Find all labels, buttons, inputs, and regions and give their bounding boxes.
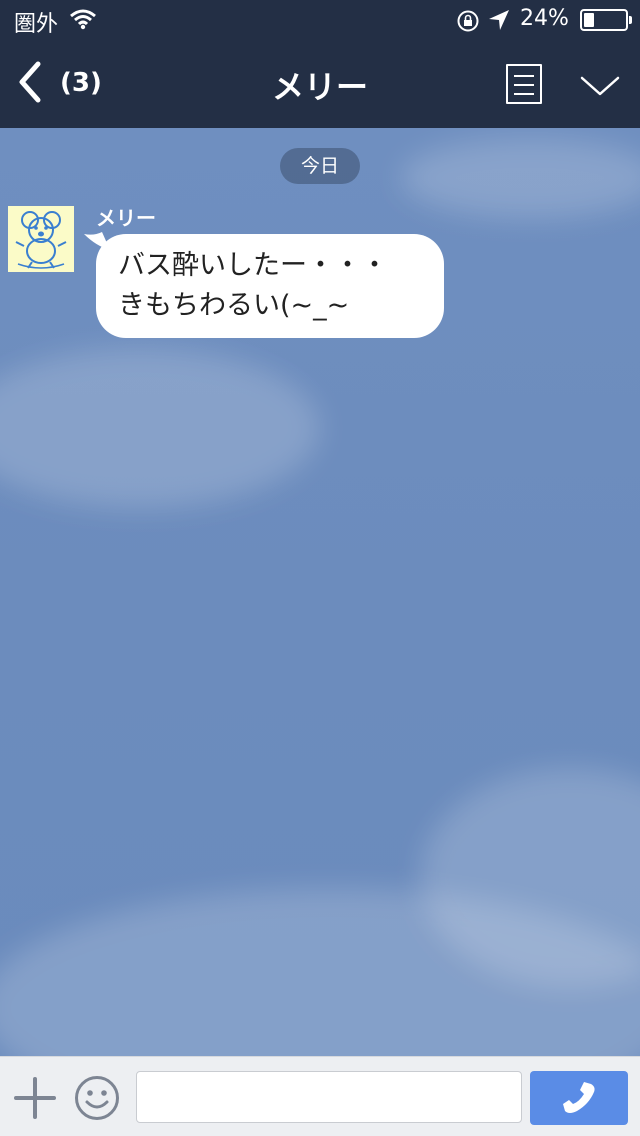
call-button[interactable]: [530, 1071, 628, 1125]
nav-bar: (3) メリー: [0, 40, 640, 128]
rotation-lock-icon: [457, 10, 479, 32]
chevron-down-icon[interactable]: [580, 74, 620, 98]
sender-name: メリー: [96, 206, 156, 230]
chat-area[interactable]: 今日 メリー バス酔いしたー・・・ きもちわるい(~_~: [0, 128, 640, 1056]
note-icon[interactable]: [506, 64, 542, 104]
phone-icon: [563, 1082, 595, 1113]
note-line: [514, 75, 534, 77]
location-icon: [489, 10, 509, 30]
note-line: [514, 84, 534, 86]
message-text: バス酔いしたー・・・ きもちわるい(~_~: [118, 250, 388, 321]
avatar[interactable]: [8, 206, 74, 272]
koala-icon: [8, 206, 74, 272]
note-line: [514, 93, 534, 95]
wifi-icon: [70, 9, 96, 30]
carrier-label: 圏外: [14, 12, 59, 37]
status-bar: 圏外 24%: [0, 0, 640, 40]
top-bar: 圏外 24% (3) メリー: [0, 0, 640, 128]
input-bar: [0, 1056, 640, 1136]
battery-icon: [580, 9, 632, 31]
smiley-icon[interactable]: [74, 1075, 120, 1121]
plus-icon[interactable]: [14, 1077, 56, 1119]
battery-level: [584, 13, 594, 27]
date-separator: 今日: [280, 148, 360, 184]
message-input[interactable]: [136, 1071, 522, 1123]
background-cloud: [0, 888, 640, 1056]
background-cloud: [400, 138, 640, 218]
message-bubble[interactable]: バス酔いしたー・・・ きもちわるい(~_~: [96, 234, 444, 338]
chat-title: メリー: [271, 68, 368, 106]
battery-percent: 24%: [520, 6, 569, 31]
background-cloud: [0, 348, 320, 508]
